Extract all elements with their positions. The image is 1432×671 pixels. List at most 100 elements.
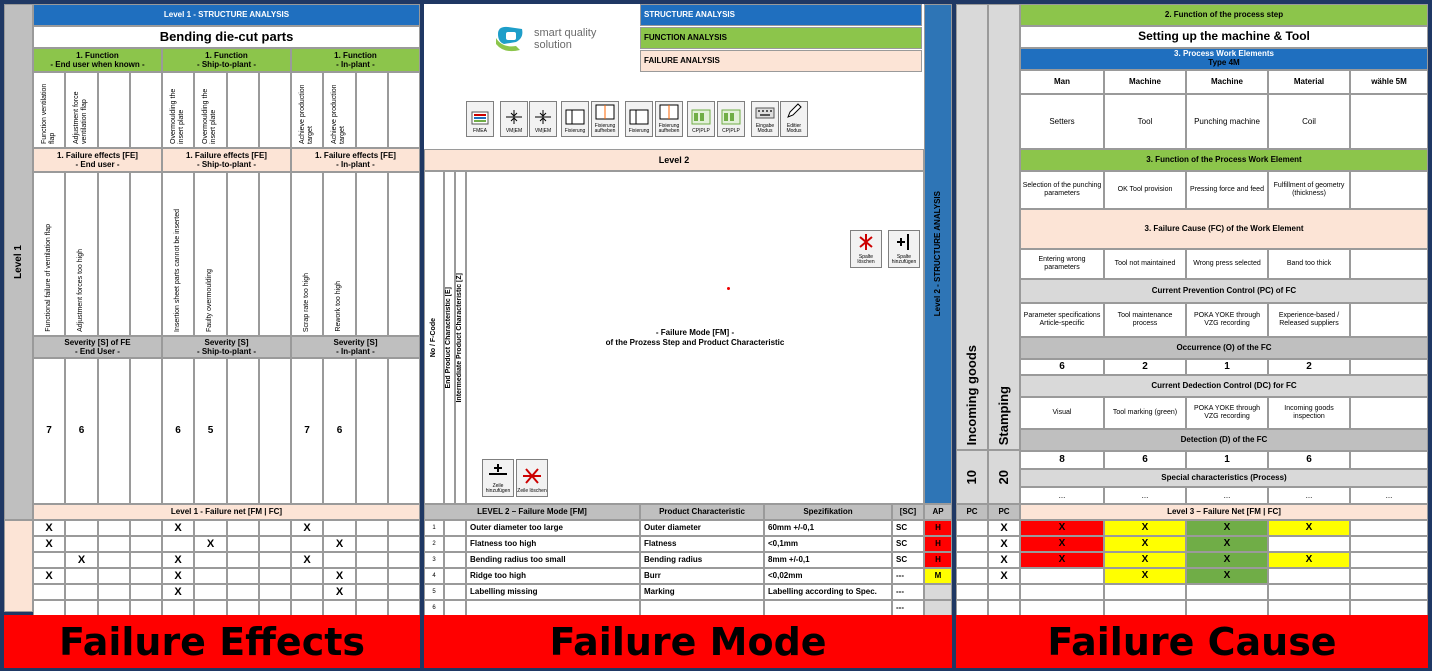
incoming-goods-col: Incoming goods	[956, 4, 988, 450]
toolbar-button[interactable]: Editier Modus	[780, 101, 808, 137]
failure-net-cell	[33, 600, 65, 616]
product-characteristic-cell: Bending radius	[640, 552, 764, 568]
failure-net-cell: X	[291, 552, 323, 568]
failure-net-cell: X	[1020, 552, 1104, 568]
failure-net-cell: X	[323, 584, 356, 600]
tab-failure-analysis[interactable]: FAILURE ANALYSIS	[640, 50, 922, 72]
incoming-number-text: 10	[963, 469, 979, 485]
failure-net-cell	[1104, 584, 1186, 600]
failure-net-cell	[388, 568, 420, 584]
failure-net-cell: X	[162, 552, 194, 568]
toolbar-button[interactable]: FMEA	[466, 101, 494, 137]
toolbar-button[interactable]: Fixierung	[561, 101, 589, 137]
ap-cell	[924, 584, 952, 600]
level1-header: Level 1 - STRUCTURE ANALYSIS	[33, 4, 420, 26]
failure-net-cell: X	[1186, 568, 1268, 584]
failure-effect-item	[130, 172, 162, 336]
toolbar-button[interactable]: Fixierung	[625, 101, 653, 137]
failure-effect-item-text: Scrap rate too high	[302, 272, 310, 332]
failure-net-cell	[130, 536, 162, 552]
function-item-text: Overmoulding the insert plate	[169, 88, 185, 144]
keyboard-icon	[755, 106, 775, 124]
function-item	[259, 72, 291, 148]
fm-header: LEVEL 2 – Failure Mode [FM]	[424, 504, 640, 520]
tab-function-analysis[interactable]: FUNCTION ANALYSIS	[640, 27, 922, 49]
detection-control-cell: Visual	[1020, 397, 1104, 429]
failure-net-cell	[259, 552, 291, 568]
logo-line1: smart quality	[534, 27, 597, 39]
tab-structure-analysis[interactable]: STRUCTURE ANALYSIS	[640, 4, 922, 26]
zeile-loeschen-button[interactable]: Zeile löschen	[516, 459, 548, 497]
prevention-control-cell: Experience-based / Released suppliers	[1268, 303, 1350, 337]
failure-effect-item-text: Insertion sheet parts cannot be inserted	[173, 209, 181, 332]
severity-value: 6	[162, 358, 194, 504]
spec-cell: 60mm +/-0,1	[764, 520, 892, 536]
spec-cell: Labelling according to Spec.	[764, 584, 892, 600]
toolbar-button[interactable]: CP|PLP	[687, 101, 715, 137]
detection-cell: 6	[1268, 451, 1350, 469]
toolbar-button[interactable]: Fixierung aufheben	[591, 101, 619, 137]
pc-net-cell	[988, 600, 1020, 616]
sc-cell: SC	[892, 520, 924, 536]
sc-cell: ---	[892, 584, 924, 600]
failure-net-cell: X	[1020, 520, 1104, 536]
detection-header: Detection (D) of the FC	[1020, 429, 1428, 451]
failure-mode-line2: of the Prozess Step and Product Characte…	[605, 337, 785, 347]
toolbar-button[interactable]: VM|EM	[500, 101, 528, 137]
failure-mode-line1: - Failure Mode [FM] -	[655, 328, 735, 338]
severity-title: Severity [S]	[333, 337, 378, 347]
spalte-loeschen-button[interactable]: Spalte löschen	[850, 230, 882, 268]
failure-net-cell	[227, 520, 259, 536]
failure-net-cell	[323, 600, 356, 616]
vm-em-icon	[505, 109, 523, 129]
failure-net-cell	[1350, 584, 1428, 600]
function-group-header: 1. Function - End user when known -	[33, 48, 162, 72]
toolbar-button[interactable]: CP|PLP	[717, 101, 745, 137]
failure-net-cell	[323, 520, 356, 536]
failure-net-cell	[194, 568, 227, 584]
failure-cause-cell: Wrong press selected	[1186, 249, 1268, 279]
failure-net-cell	[291, 584, 323, 600]
type-4m-cell: wähle 5M	[1350, 70, 1428, 94]
end-product-label: End Product Characteristic [E]	[445, 286, 453, 389]
product-characteristic-cell: Burr	[640, 568, 764, 584]
toolbar-button[interactable]: Fixierung aufheben	[655, 101, 683, 137]
failure-mode-cell: Labelling missing	[466, 584, 640, 600]
detection-control-cell: Incoming goods inspection	[1268, 397, 1350, 429]
row-number: 5	[424, 584, 444, 600]
failure-net-cell	[356, 552, 388, 568]
failure-net-cell	[259, 520, 291, 536]
failure-net-cell	[259, 568, 291, 584]
net-spacer-cell	[956, 568, 988, 584]
toolbar-button[interactable]: Eingabe Modus	[751, 101, 779, 137]
spalte-hinzufuegen-button[interactable]: Spalte hinzufügen	[888, 230, 920, 268]
severity-value	[388, 358, 420, 504]
cp-plp-icon-2	[721, 109, 741, 129]
failure-net-cell	[1268, 600, 1350, 616]
failure-net-cell	[65, 568, 98, 584]
banner-failure-mode: Failure Mode	[424, 615, 952, 668]
failure-effects-title: 1. Failure effects [FE]	[57, 150, 138, 160]
function-title: 1. Function	[205, 50, 248, 60]
fixierung-icon-2	[629, 109, 649, 129]
function-item	[98, 72, 130, 148]
failure-net-cell	[227, 568, 259, 584]
failure-net-cell	[388, 536, 420, 552]
type-4m-cell: Material	[1268, 70, 1350, 94]
failure-net-cell	[259, 536, 291, 552]
failure-net-cell	[194, 600, 227, 616]
toolbar-button[interactable]: VM|EM	[529, 101, 557, 137]
function-subtitle: - Ship-to-plant -	[196, 60, 257, 69]
row-number: 4	[424, 568, 444, 584]
prevention-control-header: Current Prevention Control (PC) of FC	[1020, 279, 1428, 303]
zeile-hinzufuegen-button[interactable]: Zeile hinzufügen	[482, 459, 514, 497]
detection-cell: 6	[1104, 451, 1186, 469]
failure-net-cell	[1186, 584, 1268, 600]
failure-net-cell: X	[33, 536, 65, 552]
failure-cause-cell: Tool not maintained	[1104, 249, 1186, 279]
special-characteristics-cell: ...	[1350, 487, 1428, 504]
vm-em-icon-2	[534, 109, 552, 129]
prevention-control-cell: Tool maintenance process	[1104, 303, 1186, 337]
severity-title: Severity [S]	[204, 337, 249, 347]
ap-header: AP	[924, 504, 952, 520]
